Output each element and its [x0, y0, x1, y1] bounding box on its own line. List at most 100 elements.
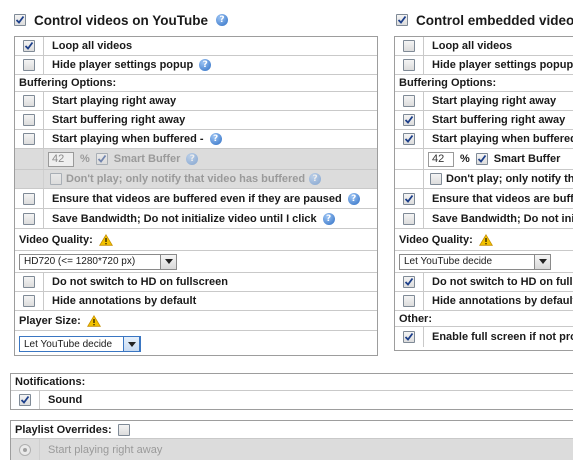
youtube-panel-title: Control videos on YouTube	[34, 12, 208, 28]
youtube-row-start-playing: Start playing right away	[15, 92, 377, 111]
no-hd-fullscreen-label: Do not switch to HD on fullscreen	[52, 276, 229, 288]
embedded-hide-annotations-checkbox[interactable]	[403, 295, 415, 307]
embedded-smart-buffer-checkbox[interactable]	[475, 153, 488, 165]
embedded-hide-annotations-label: Hide annotations by default	[432, 295, 573, 307]
player-size-select[interactable]: Let YouTube decide	[19, 336, 141, 352]
playlist-overrides-table: Playlist Overrides: Start playing right …	[10, 420, 573, 460]
embedded-start-playing-checkbox[interactable]	[403, 95, 415, 107]
playlist-section: Playlist Overrides:	[11, 421, 573, 439]
chevron-down-icon[interactable]	[160, 254, 176, 269]
info-icon: ?	[309, 173, 322, 185]
youtube-row-smart-buffer: 42 % Smart Buffer ?	[15, 149, 377, 170]
embedded-row-ensure-buffered: Ensure that videos are buffered even if …	[395, 189, 573, 209]
checkmark-icon	[397, 15, 407, 24]
checkmark-icon	[24, 41, 34, 50]
player-size-header: Player Size:	[19, 314, 81, 327]
quality-header: Video Quality:	[19, 233, 93, 246]
info-icon: ?	[186, 153, 199, 165]
buffering-header: Buffering Options:	[19, 77, 117, 89]
embedded-no-hd-fullscreen-label: Do not switch to HD on fullscreen	[432, 276, 573, 288]
embedded-dont-play-label: Don't play; only notify that video has b…	[446, 173, 573, 185]
youtube-row-dont-play: Don't play; only notify that video has b…	[15, 170, 377, 189]
hide-popup-label: Hide player settings popup	[52, 59, 194, 71]
other-header: Other:	[399, 312, 432, 325]
embedded-buffering-section: Buffering Options:	[395, 75, 573, 92]
quality-select[interactable]: HD720 (<= 1280*720 px)	[19, 253, 177, 270]
info-icon[interactable]: ?	[347, 192, 360, 205]
youtube-row-start-buffering: Start buffering right away	[15, 111, 377, 130]
hide-popup-checkbox[interactable]	[23, 59, 35, 71]
embedded-loop-checkbox[interactable]	[403, 40, 415, 52]
youtube-enable-checkbox[interactable]	[14, 14, 26, 26]
percent-label: %	[80, 153, 90, 165]
embedded-save-bandwidth-checkbox[interactable]	[403, 212, 415, 225]
ensure-buffered-label: Ensure that videos are buffered even if …	[52, 192, 342, 205]
youtube-settings-table: Loop all videos Hide player settings pop…	[14, 36, 378, 356]
embedded-start-when-buffered-checkbox[interactable]	[403, 133, 415, 145]
embedded-hide-popup-label: Hide player settings popup	[432, 59, 573, 71]
smart-buffer-checkbox[interactable]	[95, 153, 108, 165]
warning-icon	[98, 233, 113, 246]
embedded-panel-header: Control embedded videos	[396, 10, 573, 30]
notifications-header: Notifications:	[15, 376, 86, 388]
embedded-quality-header: Video Quality:	[399, 233, 473, 246]
checkmark-icon	[404, 277, 414, 286]
embedded-buffer-percent-input[interactable]: 42	[428, 151, 454, 167]
start-buffering-checkbox[interactable]	[23, 114, 35, 126]
playlist-start-playing-label: Start playing right away	[48, 444, 163, 456]
info-icon[interactable]: ?	[216, 14, 228, 26]
embedded-row-start-buffering: Start buffering right away	[395, 111, 573, 130]
embedded-start-playing-label: Start playing right away	[432, 95, 557, 107]
dont-play-checkbox[interactable]	[50, 173, 62, 185]
embedded-quality-select-row: Let YouTube decide	[395, 251, 573, 273]
embedded-row-dont-play: Don't play; only notify that video has b…	[395, 170, 573, 189]
quality-select-value: HD720 (<= 1280*720 px)	[24, 256, 136, 267]
info-icon[interactable]: ?	[322, 212, 335, 225]
youtube-row-ensure-buffered: Ensure that videos are buffered even if …	[15, 189, 377, 209]
embedded-quality-select[interactable]: Let YouTube decide	[399, 253, 551, 270]
playlist-override-checkbox[interactable]	[117, 423, 130, 436]
chevron-down-icon[interactable]	[123, 336, 140, 352]
ensure-buffered-checkbox[interactable]	[23, 192, 35, 205]
loop-checkbox[interactable]	[23, 40, 35, 52]
embedded-ensure-buffered-label: Ensure that videos are buffered even if …	[432, 192, 573, 205]
sound-checkbox[interactable]	[19, 394, 31, 406]
info-icon[interactable]: ?	[209, 133, 222, 145]
embedded-save-bandwidth-label: Save Bandwidth; Do not initialize video …	[432, 212, 573, 225]
embedded-row-fullscreen: Enable full screen if not provided	[395, 327, 573, 347]
embedded-quality-section: Video Quality:	[395, 229, 573, 251]
enable-fullscreen-checkbox[interactable]	[403, 331, 415, 343]
embedded-percent-label: %	[460, 153, 470, 165]
youtube-quality-select-row: HD720 (<= 1280*720 px)	[15, 251, 377, 273]
embedded-no-hd-fullscreen-checkbox[interactable]	[403, 276, 415, 288]
no-hd-fullscreen-checkbox[interactable]	[23, 276, 35, 288]
embedded-ensure-buffered-checkbox[interactable]	[403, 192, 415, 205]
info-icon[interactable]: ?	[199, 59, 212, 71]
save-bandwidth-checkbox[interactable]	[23, 212, 35, 225]
buffer-percent-input[interactable]: 42	[48, 151, 74, 167]
youtube-panel-header: Control videos on YouTube ?	[14, 10, 228, 30]
embedded-hide-popup-checkbox[interactable]	[403, 59, 415, 71]
embedded-quality-select-value: Let YouTube decide	[404, 256, 493, 267]
loop-label: Loop all videos	[52, 40, 133, 52]
checkmark-icon	[404, 194, 414, 203]
youtube-row-hide-popup: Hide player settings popup?	[15, 56, 377, 75]
chevron-down-icon[interactable]	[534, 254, 550, 269]
embedded-panel-title: Control embedded videos	[416, 12, 573, 28]
warning-icon	[478, 233, 493, 246]
start-when-buffered-label: Start playing when buffered -	[52, 133, 204, 145]
embedded-start-buffering-checkbox[interactable]	[403, 114, 415, 126]
start-playing-label: Start playing right away	[52, 95, 177, 107]
enable-fullscreen-label: Enable full screen if not provided	[432, 331, 573, 343]
embedded-row-save-bandwidth: Save Bandwidth; Do not initialize video …	[395, 209, 573, 229]
embedded-enable-checkbox[interactable]	[396, 14, 408, 26]
embedded-loop-label: Loop all videos	[432, 40, 513, 52]
youtube-row-loop: Loop all videos	[15, 37, 377, 56]
dont-play-label: Don't play; only notify that video has b…	[66, 173, 306, 185]
playlist-start-playing-radio[interactable]	[19, 444, 31, 456]
start-when-buffered-checkbox[interactable]	[23, 133, 35, 145]
start-playing-checkbox[interactable]	[23, 95, 35, 107]
embedded-dont-play-checkbox[interactable]	[430, 173, 442, 185]
embedded-start-when-buffered-label: Start playing when buffered -	[432, 133, 573, 145]
hide-annotations-checkbox[interactable]	[23, 295, 35, 307]
